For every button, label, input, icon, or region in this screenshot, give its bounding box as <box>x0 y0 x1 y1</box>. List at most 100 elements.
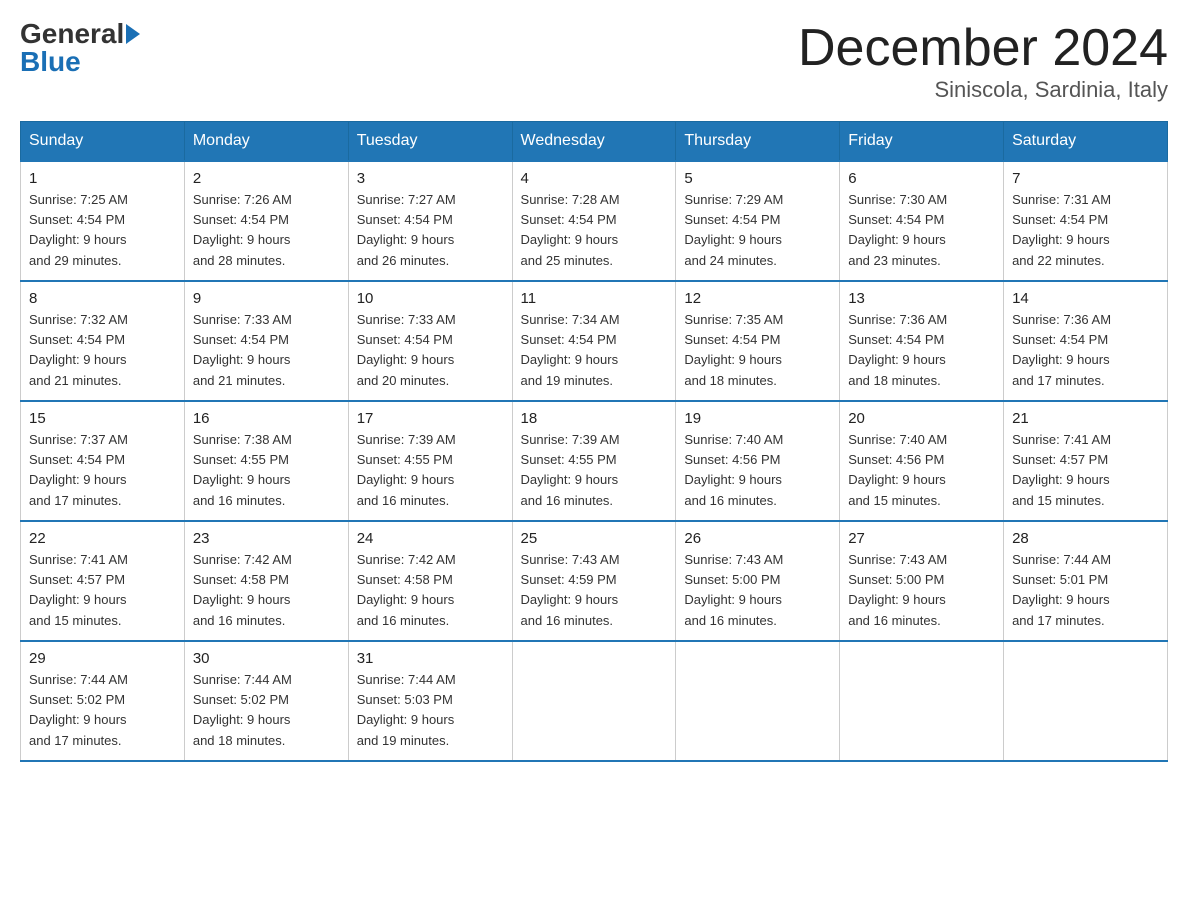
day-number: 7 <box>1012 170 1159 187</box>
day-info: Sunrise: 7:44 AMSunset: 5:01 PMDaylight:… <box>1012 550 1159 631</box>
day-info: Sunrise: 7:34 AMSunset: 4:54 PMDaylight:… <box>521 310 668 391</box>
calendar-day-cell: 21Sunrise: 7:41 AMSunset: 4:57 PMDayligh… <box>1004 401 1168 521</box>
day-info: Sunrise: 7:38 AMSunset: 4:55 PMDaylight:… <box>193 430 340 511</box>
calendar-day-cell: 5 Sunrise: 7:29 AMSunset: 4:54 PMDaylight… <box>676 161 840 281</box>
day-info: Sunrise: 7:44 AMSunset: 5:02 PMDaylight:… <box>193 670 340 751</box>
calendar-day-cell: 22Sunrise: 7:41 AMSunset: 4:57 PMDayligh… <box>21 521 185 641</box>
calendar-week-row: 1 Sunrise: 7:25 AMSunset: 4:54 PMDaylight… <box>21 161 1168 281</box>
calendar-day-cell: 6 Sunrise: 7:30 AMSunset: 4:54 PMDaylight… <box>840 161 1004 281</box>
day-number: 24 <box>357 530 504 547</box>
calendar-day-cell: 3Sunrise: 7:27 AMSunset: 4:54 PMDaylight… <box>348 161 512 281</box>
weekday-header-monday: Monday <box>184 122 348 162</box>
calendar-day-cell: 12 Sunrise: 7:35 AMSunset: 4:54 PMDayligh… <box>676 281 840 401</box>
day-info: Sunrise: 7:37 AMSunset: 4:54 PMDaylight:… <box>29 430 176 511</box>
calendar-day-cell: 28Sunrise: 7:44 AMSunset: 5:01 PMDayligh… <box>1004 521 1168 641</box>
calendar-week-row: 22Sunrise: 7:41 AMSunset: 4:57 PMDayligh… <box>21 521 1168 641</box>
day-number: 26 <box>684 530 831 547</box>
calendar-day-cell: 9 Sunrise: 7:33 AMSunset: 4:54 PMDaylight… <box>184 281 348 401</box>
day-info: Sunrise: 7:43 AMSunset: 4:59 PMDaylight:… <box>521 550 668 631</box>
calendar-day-cell: 24 Sunrise: 7:42 AMSunset: 4:58 PMDayligh… <box>348 521 512 641</box>
weekday-header-friday: Friday <box>840 122 1004 162</box>
calendar-week-row: 8 Sunrise: 7:32 AMSunset: 4:54 PMDaylight… <box>21 281 1168 401</box>
day-info: Sunrise: 7:43 AMSunset: 5:00 PMDaylight:… <box>848 550 995 631</box>
logo: General Blue <box>20 20 142 76</box>
calendar-day-cell: 30 Sunrise: 7:44 AMSunset: 5:02 PMDayligh… <box>184 641 348 761</box>
calendar-day-cell: 31Sunrise: 7:44 AMSunset: 5:03 PMDayligh… <box>348 641 512 761</box>
weekday-header-tuesday: Tuesday <box>348 122 512 162</box>
day-number: 4 <box>521 170 668 187</box>
day-number: 19 <box>684 410 831 427</box>
day-number: 17 <box>357 410 504 427</box>
day-info: Sunrise: 7:26 AMSunset: 4:54 PMDaylight:… <box>193 190 340 271</box>
calendar-day-cell: 2Sunrise: 7:26 AMSunset: 4:54 PMDaylight… <box>184 161 348 281</box>
page-header: General Blue December 2024 Siniscola, Sa… <box>20 20 1168 103</box>
day-number: 12 <box>684 290 831 307</box>
day-number: 23 <box>193 530 340 547</box>
location: Siniscola, Sardinia, Italy <box>798 77 1168 103</box>
calendar-week-row: 29Sunrise: 7:44 AMSunset: 5:02 PMDayligh… <box>21 641 1168 761</box>
weekday-header-row: SundayMondayTuesdayWednesdayThursdayFrid… <box>21 122 1168 162</box>
day-info: Sunrise: 7:42 AMSunset: 4:58 PMDaylight:… <box>357 550 504 631</box>
day-info: Sunrise: 7:31 AMSunset: 4:54 PMDaylight:… <box>1012 190 1159 271</box>
calendar-day-cell: 19Sunrise: 7:40 AMSunset: 4:56 PMDayligh… <box>676 401 840 521</box>
day-info: Sunrise: 7:41 AMSunset: 4:57 PMDaylight:… <box>1012 430 1159 511</box>
calendar-day-cell: 20 Sunrise: 7:40 AMSunset: 4:56 PMDayligh… <box>840 401 1004 521</box>
calendar-day-cell: 4 Sunrise: 7:28 AMSunset: 4:54 PMDaylight… <box>512 161 676 281</box>
day-number: 5 <box>684 170 831 187</box>
day-info: Sunrise: 7:32 AMSunset: 4:54 PMDaylight:… <box>29 310 176 391</box>
day-number: 25 <box>521 530 668 547</box>
day-number: 1 <box>29 170 176 187</box>
day-info: Sunrise: 7:44 AMSunset: 5:03 PMDaylight:… <box>357 670 504 751</box>
day-info: Sunrise: 7:39 AMSunset: 4:55 PMDaylight:… <box>521 430 668 511</box>
day-info: Sunrise: 7:42 AMSunset: 4:58 PMDaylight:… <box>193 550 340 631</box>
calendar-day-cell <box>676 641 840 761</box>
calendar-day-cell: 15 Sunrise: 7:37 AMSunset: 4:54 PMDayligh… <box>21 401 185 521</box>
calendar-day-cell: 8 Sunrise: 7:32 AMSunset: 4:54 PMDaylight… <box>21 281 185 401</box>
day-number: 6 <box>848 170 995 187</box>
day-info: Sunrise: 7:44 AMSunset: 5:02 PMDaylight:… <box>29 670 176 751</box>
calendar-day-cell <box>1004 641 1168 761</box>
day-info: Sunrise: 7:33 AMSunset: 4:54 PMDaylight:… <box>357 310 504 391</box>
day-info: Sunrise: 7:28 AMSunset: 4:54 PMDaylight:… <box>521 190 668 271</box>
day-number: 8 <box>29 290 176 307</box>
day-info: Sunrise: 7:25 AMSunset: 4:54 PMDaylight:… <box>29 190 176 271</box>
calendar-day-cell: 17Sunrise: 7:39 AMSunset: 4:55 PMDayligh… <box>348 401 512 521</box>
calendar-day-cell: 10 Sunrise: 7:33 AMSunset: 4:54 PMDayligh… <box>348 281 512 401</box>
calendar-day-cell: 25 Sunrise: 7:43 AMSunset: 4:59 PMDayligh… <box>512 521 676 641</box>
day-number: 27 <box>848 530 995 547</box>
day-number: 22 <box>29 530 176 547</box>
day-number: 15 <box>29 410 176 427</box>
calendar-day-cell: 16Sunrise: 7:38 AMSunset: 4:55 PMDayligh… <box>184 401 348 521</box>
day-info: Sunrise: 7:33 AMSunset: 4:54 PMDaylight:… <box>193 310 340 391</box>
day-number: 20 <box>848 410 995 427</box>
day-number: 18 <box>521 410 668 427</box>
calendar-day-cell <box>512 641 676 761</box>
logo-blue: Blue <box>20 48 81 76</box>
logo-general: General <box>20 20 124 48</box>
day-number: 10 <box>357 290 504 307</box>
calendar-day-cell <box>840 641 1004 761</box>
calendar-week-row: 15 Sunrise: 7:37 AMSunset: 4:54 PMDayligh… <box>21 401 1168 521</box>
day-info: Sunrise: 7:35 AMSunset: 4:54 PMDaylight:… <box>684 310 831 391</box>
title-section: December 2024 Siniscola, Sardinia, Italy <box>798 20 1168 103</box>
day-info: Sunrise: 7:43 AMSunset: 5:00 PMDaylight:… <box>684 550 831 631</box>
calendar-day-cell: 27 Sunrise: 7:43 AMSunset: 5:00 PMDayligh… <box>840 521 1004 641</box>
calendar-day-cell: 29Sunrise: 7:44 AMSunset: 5:02 PMDayligh… <box>21 641 185 761</box>
weekday-header-saturday: Saturday <box>1004 122 1168 162</box>
day-number: 14 <box>1012 290 1159 307</box>
calendar-day-cell: 23 Sunrise: 7:42 AMSunset: 4:58 PMDayligh… <box>184 521 348 641</box>
day-info: Sunrise: 7:30 AMSunset: 4:54 PMDaylight:… <box>848 190 995 271</box>
calendar-day-cell: 18 Sunrise: 7:39 AMSunset: 4:55 PMDayligh… <box>512 401 676 521</box>
day-info: Sunrise: 7:36 AMSunset: 4:54 PMDaylight:… <box>1012 310 1159 391</box>
day-number: 30 <box>193 650 340 667</box>
month-title: December 2024 <box>798 20 1168 77</box>
day-info: Sunrise: 7:40 AMSunset: 4:56 PMDaylight:… <box>848 430 995 511</box>
calendar-day-cell: 26 Sunrise: 7:43 AMSunset: 5:00 PMDayligh… <box>676 521 840 641</box>
calendar-day-cell: 14 Sunrise: 7:36 AMSunset: 4:54 PMDayligh… <box>1004 281 1168 401</box>
weekday-header-wednesday: Wednesday <box>512 122 676 162</box>
day-info: Sunrise: 7:29 AMSunset: 4:54 PMDaylight:… <box>684 190 831 271</box>
calendar-day-cell: 13Sunrise: 7:36 AMSunset: 4:54 PMDayligh… <box>840 281 1004 401</box>
calendar-day-cell: 7 Sunrise: 7:31 AMSunset: 4:54 PMDaylight… <box>1004 161 1168 281</box>
calendar-table: SundayMondayTuesdayWednesdayThursdayFrid… <box>20 121 1168 762</box>
day-number: 9 <box>193 290 340 307</box>
